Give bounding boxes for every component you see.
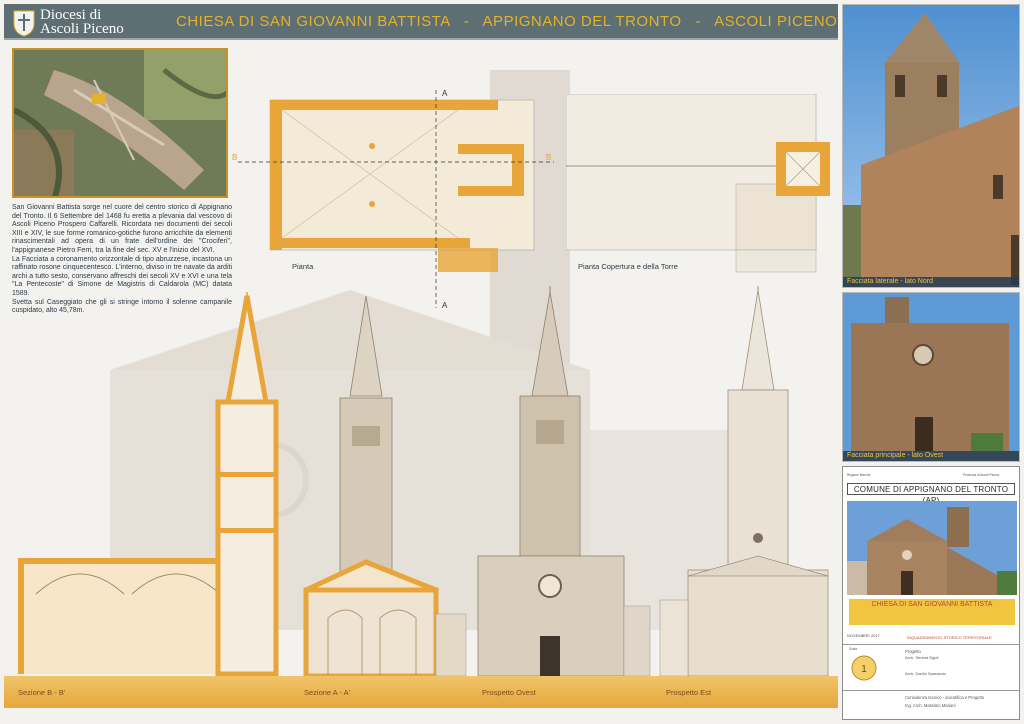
description-paragraph-1: San Giovanni Battista sorge nel cuore de…: [12, 204, 232, 254]
consulenza-label: Consulenza tecnico - scientifica e Proge…: [905, 695, 985, 700]
north-facade-caption: Facciata laterale - lato Nord: [843, 277, 1019, 287]
diocese-logo: Diocesi di Ascoli Piceno: [12, 7, 172, 39]
north-facade-photo-illustration: [843, 5, 1019, 287]
page-title: CHIESA DI SAN GIOVANNI BATTISTA - APPIGN…: [176, 13, 838, 30]
header-bar: Diocesi di Ascoli Piceno CHIESA DI SAN G…: [4, 4, 838, 40]
comune-label: COMUNE DI APPIGNANO DEL TRONTO (AP): [847, 483, 1015, 505]
roof-plan-caption: Pianta Copertura e della Torre: [578, 262, 678, 271]
engineer-name: Ing. Arch. Massimo Mariani: [905, 703, 956, 708]
marker-b-left: B: [232, 153, 237, 162]
aerial-map-illustration: [14, 50, 226, 196]
cartouche-credits-row: 1 Scala Progetto Arch. Serena Egidi Arch…: [843, 645, 1019, 691]
section-aa-caption: Sezione A - A': [304, 688, 351, 697]
prospetto-ovest-drawing: [477, 286, 651, 677]
photo-north-facade: Facciata laterale - lato Nord: [842, 4, 1020, 288]
provincia-label: Provincia di Ascoli Piceno: [963, 473, 1000, 477]
regione-label: Regione Marche: [847, 473, 871, 477]
plan-caption: Pianta: [292, 262, 314, 271]
section-aa-drawing: [303, 295, 467, 678]
logo-line-2: Ascoli Piceno: [40, 21, 124, 37]
prospetto-est-drawing: [659, 286, 829, 677]
progetto-label: Progetto: [905, 649, 921, 654]
prospetto-est-caption: Prospetto Est: [666, 688, 712, 697]
prospetto-ovest-caption: Prospetto Ovest: [482, 688, 536, 697]
roof-plan-drawing: [566, 94, 830, 273]
aerial-photo: [12, 48, 228, 198]
diocese-crest-icon: [13, 10, 35, 37]
cartouche-elaborato: INQUADRAMENTO STORICO TERRITORIALE: [907, 635, 992, 640]
elevation-baseline-strip: [4, 676, 838, 708]
section-bb-drawing: [18, 292, 279, 677]
photo-west-facade: Facciata principale - lato Ovest: [842, 292, 1020, 462]
scala-label: Scala: [849, 647, 857, 651]
cartouche-consulting-row: Consulenza tecnico - scientifica e Proge…: [843, 691, 1019, 719]
marker-a-top: A: [442, 89, 448, 98]
tavola-number-badge: 1: [851, 655, 877, 681]
architect-1: Arch. Serena Egidi: [905, 655, 939, 660]
cartouche-title-box: CHIESA DI SAN GIOVANNI BATTISTA: [849, 599, 1015, 625]
cartouche-date-row: NOVEMBRE 2017 INQUADRAMENTO STORICO TERR…: [843, 629, 1019, 645]
floor-plan-drawing: A A B B: [232, 89, 554, 310]
cartouche-date: NOVEMBRE 2017: [847, 633, 880, 638]
architect-2: Arch. Danilo Sparasoio: [905, 671, 946, 676]
title-block: Regione Marche Provincia di Ascoli Picen…: [842, 466, 1020, 720]
cartouche-church-name: CHIESA DI SAN GIOVANNI BATTISTA: [871, 601, 993, 608]
marker-b-right: B: [546, 153, 551, 162]
section-bb-caption: Sezione B - B': [18, 688, 66, 697]
west-facade-photo-illustration: [843, 293, 1019, 461]
west-facade-caption: Facciata principale - lato Ovest: [843, 451, 1019, 461]
cartouche-church-photo: [847, 501, 1017, 595]
drawing-sheet: Diocesi di Ascoli Piceno CHIESA DI SAN G…: [0, 0, 1024, 724]
tavola-number: 1: [861, 664, 867, 675]
